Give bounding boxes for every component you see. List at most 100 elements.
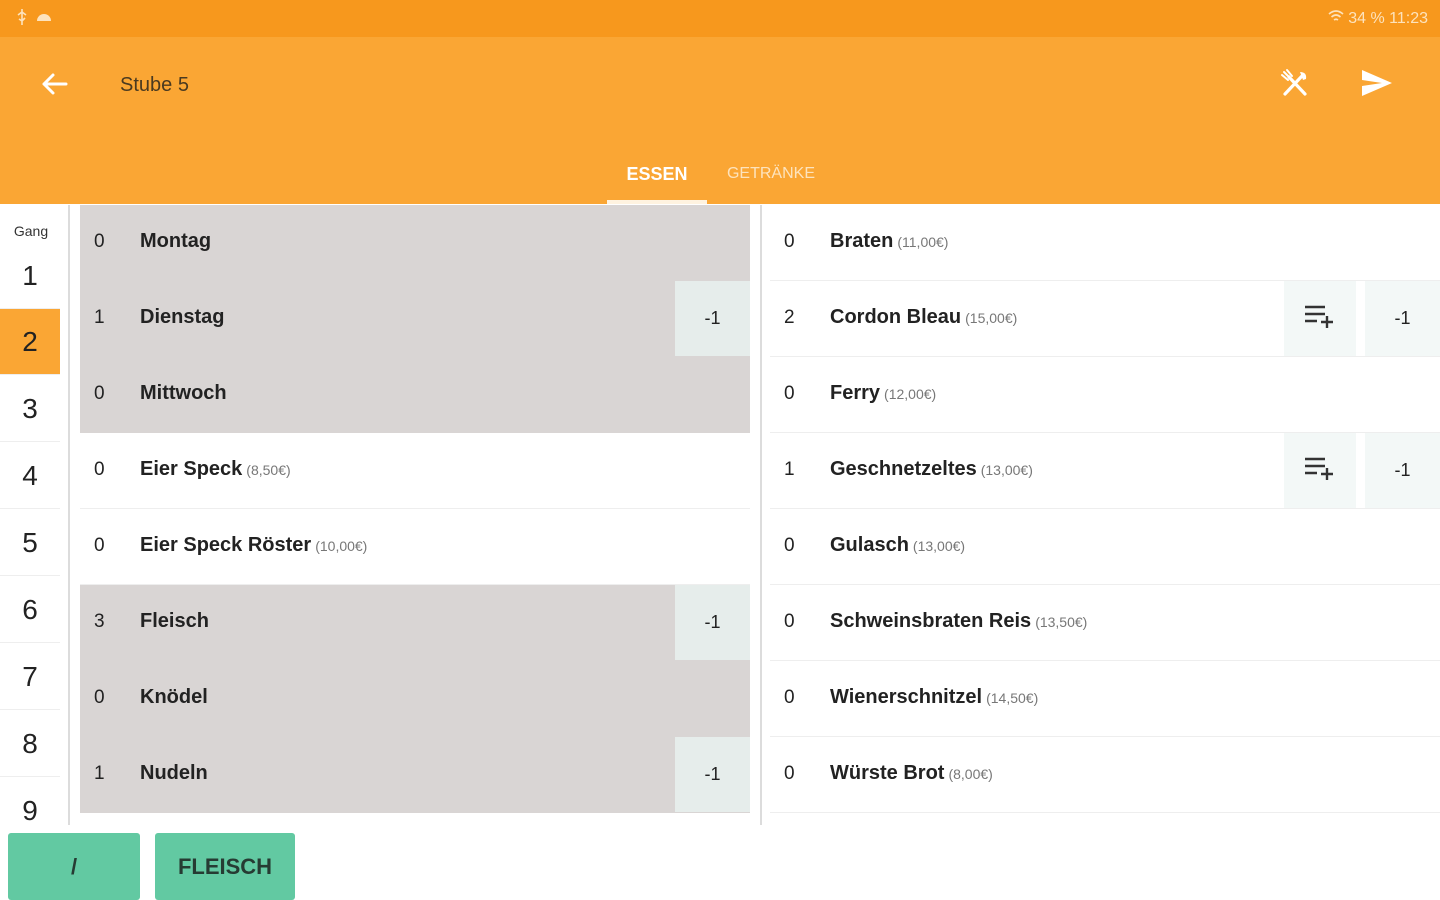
item-price: (14,50€) xyxy=(986,690,1039,706)
decrement-button[interactable]: -1 xyxy=(1365,433,1440,508)
bottom-bar: / FLEISCH xyxy=(0,825,1440,900)
item-count: 0 xyxy=(784,687,795,708)
category-row-mittwoch[interactable]: 0 Mittwoch xyxy=(80,357,750,433)
status-left-icons xyxy=(16,9,52,30)
item-row-cordon-bleau[interactable]: 2 Cordon Bleau (15,00€) -1 xyxy=(770,281,1440,357)
gang-label: Gang xyxy=(13,223,49,239)
category-price: (10,00€) xyxy=(315,538,368,554)
category-count: 1 xyxy=(94,307,105,328)
gang-item-6[interactable]: 6 xyxy=(0,577,60,643)
decrement-button[interactable]: -1 xyxy=(675,737,750,812)
gang-item-1[interactable]: 1 xyxy=(0,243,60,309)
root-category-button[interactable]: / xyxy=(8,833,140,900)
item-row-gulasch[interactable]: 0 Gulasch (13,00€) xyxy=(770,509,1440,585)
category-count: 0 xyxy=(94,687,105,708)
item-price: (8,00€) xyxy=(948,766,993,782)
send-button[interactable] xyxy=(1356,64,1398,106)
cutlery-button[interactable] xyxy=(1274,64,1316,106)
item-row-wienerschnitzel[interactable]: 0 Wienerschnitzel (14,50€) xyxy=(770,661,1440,737)
category-row-fleisch[interactable]: 3 Fleisch -1 xyxy=(80,585,750,661)
fleisch-category-button[interactable]: FLEISCH xyxy=(155,833,295,900)
gang-item-3[interactable]: 3 xyxy=(0,376,60,442)
category-name: Knödel xyxy=(140,686,208,708)
category-row-knoedel[interactable]: 0 Knödel xyxy=(80,661,750,737)
usb-icon xyxy=(16,9,28,30)
item-count: 0 xyxy=(784,535,795,556)
gang-item-4[interactable]: 4 xyxy=(0,443,60,509)
back-button[interactable] xyxy=(34,66,74,106)
gang-divider xyxy=(68,205,70,825)
item-price: (15,00€) xyxy=(965,310,1018,326)
send-icon xyxy=(1360,68,1394,103)
gang-item-9[interactable]: 9 xyxy=(0,778,60,826)
gang-item-5[interactable]: 5 xyxy=(0,510,60,576)
tab-indicator xyxy=(607,200,707,204)
category-name: Dienstag xyxy=(140,306,225,328)
app-bar: Stube 5 ESSEN GETRÄNKE xyxy=(0,37,1440,204)
item-row-schweinsbraten-reis[interactable]: 0 Schweinsbraten Reis (13,50€) xyxy=(770,585,1440,661)
gang-item-7[interactable]: 7 xyxy=(0,644,60,710)
item-price: (13,00€) xyxy=(912,538,966,554)
add-note-button[interactable] xyxy=(1284,433,1356,508)
cutlery-crossed-icon xyxy=(1280,68,1310,103)
category-name: Eier Speck Röster (10,00€) xyxy=(140,534,368,556)
gang-item-2[interactable]: 2 xyxy=(0,309,60,375)
item-count: 0 xyxy=(784,611,795,632)
category-name: Montag xyxy=(140,230,212,252)
item-price: (13,50€) xyxy=(1035,614,1088,630)
item-count: 1 xyxy=(784,459,795,480)
add-note-button[interactable] xyxy=(1284,281,1356,356)
category-count: 0 xyxy=(94,231,105,252)
item-name: Ferry (12,00€) xyxy=(830,382,937,404)
playlist-add-icon xyxy=(1303,456,1337,485)
item-name: Würste Brot (8,00€) xyxy=(830,762,993,784)
item-price: (11,00€) xyxy=(897,234,949,250)
item-row-ferry[interactable]: 0 Ferry (12,00€) xyxy=(770,357,1440,433)
decrement-button[interactable]: -1 xyxy=(1365,281,1440,356)
item-name: Wienerschnitzel (14,50€) xyxy=(830,686,1039,708)
item-row-braten[interactable]: 0 Braten (11,00€) xyxy=(770,205,1440,281)
item-price: (13,00€) xyxy=(980,462,1033,478)
middle-divider xyxy=(760,205,762,825)
decrement-button[interactable]: -1 xyxy=(675,281,750,356)
category-name: Mittwoch xyxy=(140,382,227,404)
category-count: 1 xyxy=(94,763,105,784)
tab-getraenke[interactable]: GETRÄNKE xyxy=(712,144,830,204)
item-name: Cordon Bleau (15,00€) xyxy=(830,306,1018,328)
item-row-geschnetzeltes[interactable]: 1 Geschnetzeltes (13,00€) -1 xyxy=(770,433,1440,509)
playlist-add-icon xyxy=(1303,304,1337,333)
item-count: 0 xyxy=(784,763,795,784)
item-name: Schweinsbraten Reis (13,50€) xyxy=(830,610,1088,632)
page-title: Stube 5 xyxy=(120,74,189,96)
item-name: Geschnetzeltes (13,00€) xyxy=(830,458,1033,480)
status-text: 34 % 11:23 xyxy=(1348,10,1428,27)
category-count: 0 xyxy=(94,459,105,480)
category-name: Fleisch xyxy=(140,610,209,632)
item-price: (12,00€) xyxy=(884,386,937,402)
category-price: (8,50€) xyxy=(246,462,291,478)
status-right: 34 % 11:23 xyxy=(1328,9,1428,28)
category-count: 0 xyxy=(94,535,105,556)
item-count: 2 xyxy=(784,307,795,328)
category-count: 3 xyxy=(94,611,105,632)
gang-column: Gang 1 2 3 4 5 6 7 8 9 xyxy=(0,205,62,825)
gang-item-8[interactable]: 8 xyxy=(0,711,60,777)
category-count: 0 xyxy=(94,383,105,404)
status-bar: 34 % 11:23 xyxy=(0,0,1440,37)
item-name: Gulasch (13,00€) xyxy=(830,534,966,556)
item-count: 0 xyxy=(784,383,795,404)
category-row-montag[interactable]: 0 Montag xyxy=(80,205,750,281)
item-count: 0 xyxy=(784,231,795,252)
wifi-icon xyxy=(1328,10,1348,27)
tab-essen[interactable]: ESSEN xyxy=(607,144,707,204)
item-name: Braten (11,00€) xyxy=(830,230,949,252)
item-row-wuerste-brot[interactable]: 0 Würste Brot (8,00€) xyxy=(770,737,1440,813)
arrow-left-icon xyxy=(40,72,68,101)
decrement-button[interactable]: -1 xyxy=(675,585,750,660)
category-row-dienstag[interactable]: 1 Dienstag -1 xyxy=(80,281,750,357)
category-row-eier-speck-roester[interactable]: 0 Eier Speck Röster (10,00€) xyxy=(80,509,750,585)
category-row-nudeln[interactable]: 1 Nudeln -1 xyxy=(80,737,750,813)
category-name: Eier Speck (8,50€) xyxy=(140,458,291,480)
category-row-eier-speck[interactable]: 0 Eier Speck (8,50€) xyxy=(80,433,750,509)
category-name: Nudeln xyxy=(140,762,208,784)
